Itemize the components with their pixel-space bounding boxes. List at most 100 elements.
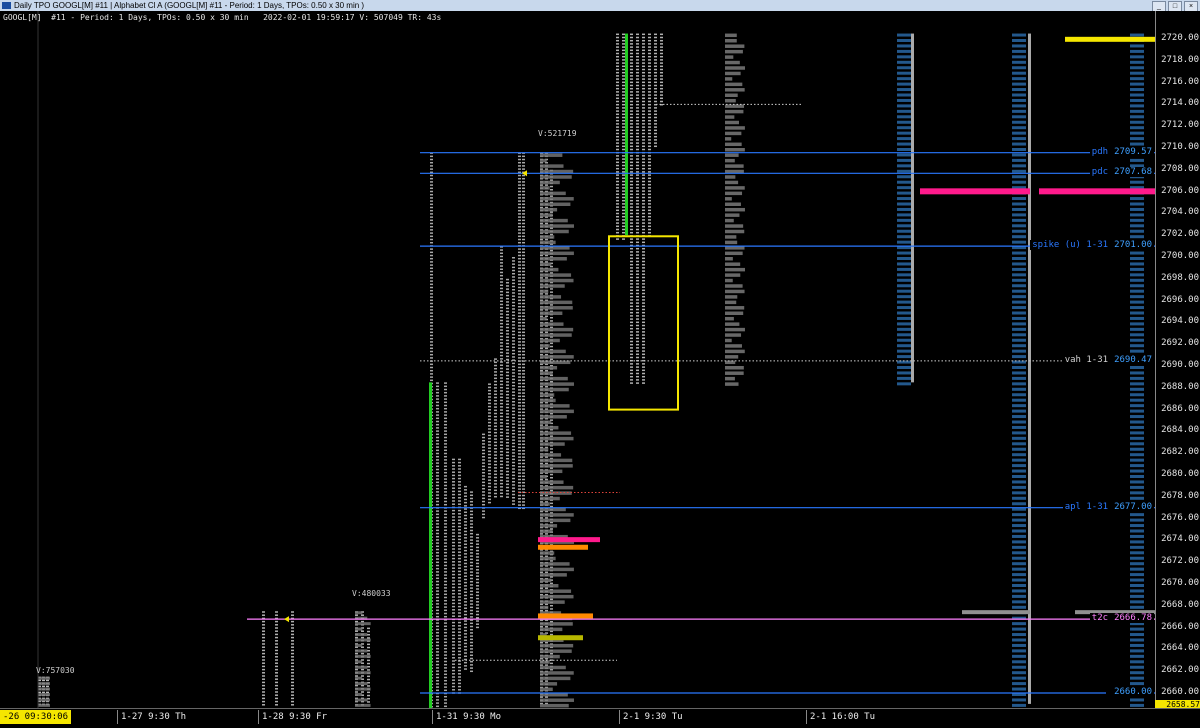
tpo-1-31-col13-tick	[512, 257, 515, 259]
window-titlebar[interactable]: Daily TPO GOOGL[M] #11 | Alphabet Cl A (…	[0, 0, 1200, 11]
tpo-1-31-col13-tick	[512, 410, 515, 413]
tpo-1-31-col14-tick	[518, 382, 521, 385]
tpo-1-31-col1-tick	[436, 471, 439, 474]
delta-tick-total	[1012, 420, 1026, 424]
volume-profile-bar-1-31	[540, 567, 574, 572]
tpo-1-27-col4-tick	[361, 668, 364, 671]
tpo-2-1-col1-tick	[622, 132, 625, 135]
tpo-1-31-col17-tick	[545, 462, 548, 465]
tpo-1-31-col7-tick	[476, 610, 479, 613]
tpo-1-31-col3-tick	[452, 599, 455, 601]
tpo-1-27-col1-tick	[275, 640, 278, 642]
tpo-1-31-col12-tick	[506, 438, 509, 441]
tpo-chart-svg[interactable]	[0, 11, 1200, 708]
tpo-1-31-col6-tick	[470, 577, 473, 580]
tpo-1-31-col1-tick	[436, 391, 439, 394]
tpo-2-1-col0-tick	[616, 187, 619, 189]
time-axis[interactable]: -26 09:30:06 1-27 9:30 Th 1-28 9:30 Fr 1-31…	[0, 708, 1200, 728]
tpo-1-31-col15-tick	[522, 408, 525, 410]
tpo-1-31-col2-tick	[444, 500, 447, 503]
tpo-chart-area[interactable]	[0, 11, 1200, 708]
tpo-2-1-col0-tick	[616, 116, 619, 119]
tpo-1-31-col3-tick	[452, 564, 455, 566]
tpo-2-1-col2-tick	[630, 78, 633, 80]
tpo-1-31-col8-tick	[482, 436, 485, 439]
tpo-1-31-col5-tick	[464, 572, 467, 574]
tpo-1-31-col3-tick	[452, 637, 455, 640]
tpo-2-1-col4-tick	[642, 247, 645, 250]
tpo-1-31-col18-tick	[550, 489, 553, 492]
volume-profile-bar-1-31	[540, 676, 571, 681]
delta-tick-right	[1130, 207, 1144, 211]
tpo-1-31-col0-tick	[430, 222, 433, 225]
price-tick-label: 2698.00	[1161, 272, 1199, 283]
close-button[interactable]: ×	[1184, 1, 1198, 11]
tpo-1-31-col0-tick	[430, 328, 433, 330]
price-axis[interactable]: 2720.00 2718.00 2716.00 2714.00 2712.00 2710.…	[1155, 11, 1200, 708]
tpo-1-27-col1-tick	[275, 678, 278, 680]
volume-profile-bar-1-31	[540, 578, 552, 583]
level-label-name: pdh	[1091, 146, 1109, 157]
tpo-2-1-col4-tick	[642, 241, 645, 244]
tpo-1-31-col9-tick	[488, 498, 491, 501]
volume-profile-bar-1-31	[540, 295, 562, 299]
delta-tick-total	[1012, 164, 1026, 168]
tpo-2-1-col1-tick	[622, 87, 625, 90]
tpo-2-1-col2-tick	[630, 145, 633, 148]
tpo-2-1-col3-tick	[636, 139, 639, 141]
tpo-2-1-col3-tick	[636, 363, 639, 365]
tpo-1-31-col15-tick	[522, 225, 525, 228]
tpo-1-31-col13-tick	[512, 468, 515, 470]
tpo-2-1-col0-tick	[616, 36, 619, 39]
tpo-1-31-col6-tick	[470, 606, 473, 609]
tpo-1-31-col3-tick	[452, 660, 455, 662]
tpo-1-31-col14-tick	[518, 424, 521, 426]
tpo-1-31-col11-tick	[500, 402, 503, 405]
tpo-1-31-col14-tick	[518, 427, 521, 430]
minimize-button[interactable]: _	[1152, 1, 1166, 11]
tpo-2-1-col4-tick	[642, 222, 645, 224]
tpo-1-31-col11-tick	[500, 284, 503, 286]
tpo-1-31-col6-tick	[470, 558, 473, 561]
tpo-1-27-col2-tick	[291, 688, 294, 690]
tpo-1-31-col13-tick	[512, 404, 515, 406]
delta-tick-total	[1012, 415, 1026, 419]
delta-tick-2-1	[897, 382, 911, 386]
level-label-price: 2701.00	[1114, 240, 1152, 251]
tpo-2-1-col5-tick	[648, 139, 651, 141]
tpo-2-1-col4-tick	[642, 145, 645, 148]
tpo-1-31-col2-tick	[444, 471, 447, 474]
tpo-2-1-col3-tick	[636, 123, 639, 125]
tpo-1-31-col15-tick	[522, 382, 525, 385]
volume-profile-bar-1-28	[355, 627, 363, 631]
price-tick-label: 2694.00	[1161, 316, 1199, 327]
tpo-1-31-col4-tick	[458, 641, 461, 643]
delta-tick-total	[1012, 643, 1026, 647]
tpo-1-31-col12-tick	[506, 451, 509, 454]
tpo-1-31-col4-tick	[458, 580, 461, 582]
tpo-2-1-col4-tick	[642, 273, 645, 276]
tpo-2-1-col1-tick	[622, 228, 625, 231]
volume-profile-bar-1-31	[540, 327, 574, 332]
tpo-1-31-col18-tick	[550, 477, 553, 479]
tpo-2-1-col1-tick	[622, 190, 625, 192]
tpo-1-31-col15-tick	[522, 478, 525, 481]
tpo-2-1-col1-tick	[622, 59, 625, 61]
delta-tick-total	[1012, 82, 1026, 86]
tpo-2-1-col5-tick	[648, 123, 651, 125]
tpo-1-31-col17-tick	[545, 478, 548, 481]
delta-tick-2-1	[897, 71, 911, 75]
tpo-1-31-col0-tick	[430, 238, 433, 241]
tpo-1-31-col11-tick	[500, 262, 503, 264]
tpo-1-31-col8-tick	[482, 459, 485, 461]
tpo-1-31-col5-tick	[464, 645, 467, 648]
volume-profile-bar-2-1	[725, 382, 739, 386]
tpo-1-31-col2-tick	[444, 587, 447, 589]
tpo-2-1-col3-tick	[636, 292, 639, 295]
tpo-1-31-col10-tick	[494, 479, 497, 482]
tpo-1-31-col15-tick	[522, 353, 525, 356]
tpo-1-31-col9-tick	[488, 389, 491, 392]
maximize-button[interactable]: □	[1168, 1, 1182, 11]
tpo-1-31-col12-tick	[506, 493, 509, 495]
tpo-1-31-col4-tick	[458, 685, 461, 688]
